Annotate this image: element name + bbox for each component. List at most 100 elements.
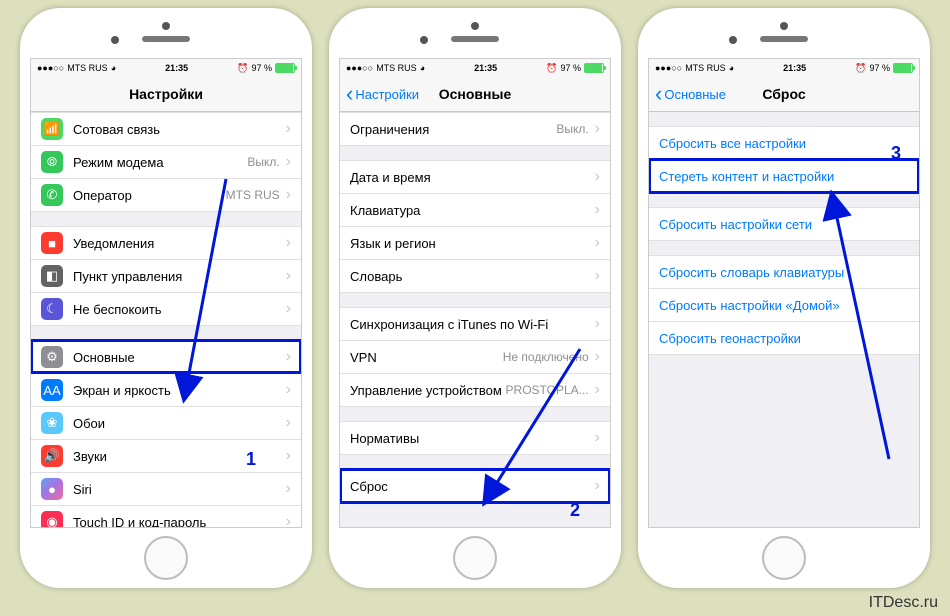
chevron-right-icon: › (286, 447, 291, 465)
chevron-right-icon: › (595, 267, 600, 285)
label-reset-keyboard: Сбросить словарь клавиатуры (659, 265, 909, 280)
row-display[interactable]: AA Экран и яркость › (31, 373, 301, 406)
chevron-right-icon: › (595, 477, 600, 495)
row-reset-home[interactable]: Сбросить настройки «Домой» (649, 288, 919, 321)
row-device-mgmt[interactable]: Управление устройством PROSTOPLA... › (340, 373, 610, 407)
label-reset-network: Сбросить настройки сети (659, 217, 909, 232)
label-cellular: Сотовая связь (73, 122, 286, 137)
row-restrictions[interactable]: Ограничения Выкл. › (340, 112, 610, 146)
phone-2: ●●●○○MTS RUS◕ 21:35 ⏰97 % Настройки Осно… (329, 8, 621, 588)
row-regulatory[interactable]: Нормативы › (340, 421, 610, 455)
chevron-right-icon: › (286, 348, 291, 366)
label-carrier: Оператор (73, 188, 226, 203)
chevron-right-icon: › (286, 513, 291, 527)
label-general: Основные (73, 350, 286, 365)
chevron-right-icon: › (286, 186, 291, 204)
nav-bar: Настройки Основные (340, 77, 610, 112)
label-reset-all: Сбросить все настройки (659, 136, 909, 151)
label-hotspot: Режим модема (73, 155, 247, 170)
label-reset: Сброс (350, 479, 595, 494)
row-reset-network[interactable]: Сбросить настройки сети (649, 207, 919, 241)
label-erase-all: Стереть контент и настройки (659, 169, 909, 184)
row-notifications[interactable]: ■ Уведомления › (31, 226, 301, 259)
chevron-right-icon: › (286, 381, 291, 399)
chevron-right-icon: › (286, 480, 291, 498)
value-device-mgmt: PROSTOPLA... (506, 383, 589, 397)
label-siri: Siri (73, 482, 286, 497)
label-reset-location: Сбросить геонастройки (659, 331, 909, 346)
chevron-right-icon: › (286, 414, 291, 432)
row-reset-all[interactable]: Сбросить все настройки (649, 126, 919, 159)
row-siri[interactable]: ● Siri › (31, 472, 301, 505)
chevron-right-icon: › (595, 381, 600, 399)
value-carrier: MTS RUS (226, 188, 280, 202)
row-control-center[interactable]: ◧ Пункт управления › (31, 259, 301, 292)
label-notifications: Уведомления (73, 236, 286, 251)
label-touchid: Touch ID и код-пароль (73, 515, 286, 528)
label-date-time: Дата и время (350, 170, 595, 185)
chevron-right-icon: › (286, 120, 291, 138)
nav-bar: Настройки (31, 77, 301, 112)
watermark: ITDesc.ru (869, 594, 938, 612)
carrier-icon: ✆ (41, 184, 63, 206)
row-reset-location[interactable]: Сбросить геонастройки (649, 321, 919, 355)
label-language: Язык и регион (350, 236, 595, 251)
row-keyboard[interactable]: Клавиатура › (340, 193, 610, 226)
row-general[interactable]: ⚙ Основные › (31, 340, 301, 373)
status-bar: ●●●○○MTS RUS◕ 21:35 ⏰97 % (649, 59, 919, 77)
label-control-center: Пункт управления (73, 269, 286, 284)
label-dictionary: Словарь (350, 269, 595, 284)
row-itunes-wifi[interactable]: Синхронизация с iTunes по Wi-Fi › (340, 307, 610, 340)
row-vpn[interactable]: VPN Не подключено › (340, 340, 610, 373)
nav-bar: Основные Сброс (649, 77, 919, 112)
label-reset-home: Сбросить настройки «Домой» (659, 298, 909, 313)
chevron-right-icon: › (286, 153, 291, 171)
phone-1: ●●●○○MTS RUS◕ 21:35 ⏰97 % Настройки 📶 Со… (20, 8, 312, 588)
home-button[interactable] (453, 536, 497, 580)
chevron-right-icon: › (595, 348, 600, 366)
row-hotspot[interactable]: ⦾ Режим модема Выкл. › (31, 145, 301, 178)
label-regulatory: Нормативы (350, 431, 595, 446)
hotspot-icon: ⦾ (41, 151, 63, 173)
row-erase-all[interactable]: Стереть контент и настройки (649, 159, 919, 193)
back-button[interactable]: Основные (649, 87, 726, 102)
phone-3: ●●●○○MTS RUS◕ 21:35 ⏰97 % Основные Сброс… (638, 8, 930, 588)
home-button[interactable] (144, 536, 188, 580)
siri-icon: ● (41, 478, 63, 500)
row-reset[interactable]: Сброс › (340, 469, 610, 503)
chevron-right-icon: › (595, 315, 600, 333)
label-dnd: Не беспокоить (73, 302, 286, 317)
label-vpn: VPN (350, 350, 503, 365)
label-keyboard: Клавиатура (350, 203, 595, 218)
display-icon: AA (41, 379, 63, 401)
row-sounds[interactable]: 🔊 Звуки › (31, 439, 301, 472)
chevron-right-icon: › (286, 234, 291, 252)
chevron-right-icon: › (595, 234, 600, 252)
row-cellular[interactable]: 📶 Сотовая связь › (31, 112, 301, 145)
wallpaper-icon: ❀ (41, 412, 63, 434)
moon-icon: ☾ (41, 298, 63, 320)
row-reset-keyboard[interactable]: Сбросить словарь клавиатуры (649, 255, 919, 288)
back-button[interactable]: Настройки (340, 87, 419, 102)
gear-icon: ⚙ (41, 346, 63, 368)
row-date-time[interactable]: Дата и время › (340, 160, 610, 193)
label-itunes-wifi: Синхронизация с iTunes по Wi-Fi (350, 317, 595, 332)
row-dnd[interactable]: ☾ Не беспокоить › (31, 292, 301, 326)
chevron-right-icon: › (286, 267, 291, 285)
row-touchid[interactable]: ◉ Touch ID и код-пароль › (31, 505, 301, 527)
label-device-mgmt: Управление устройством (350, 383, 506, 398)
row-dictionary[interactable]: Словарь › (340, 259, 610, 293)
sounds-icon: 🔊 (41, 445, 63, 467)
status-bar: ●●●○○MTS RUS◕ 21:35 ⏰97 % (340, 59, 610, 77)
home-button[interactable] (762, 536, 806, 580)
label-wallpaper: Обои (73, 416, 286, 431)
row-carrier[interactable]: ✆ Оператор MTS RUS › (31, 178, 301, 212)
row-language[interactable]: Язык и регион › (340, 226, 610, 259)
touchid-icon: ◉ (41, 511, 63, 527)
value-restrictions: Выкл. (556, 122, 588, 136)
row-wallpaper[interactable]: ❀ Обои › (31, 406, 301, 439)
chevron-right-icon: › (595, 168, 600, 186)
chevron-right-icon: › (595, 429, 600, 447)
control-center-icon: ◧ (41, 265, 63, 287)
label-display: Экран и яркость (73, 383, 286, 398)
